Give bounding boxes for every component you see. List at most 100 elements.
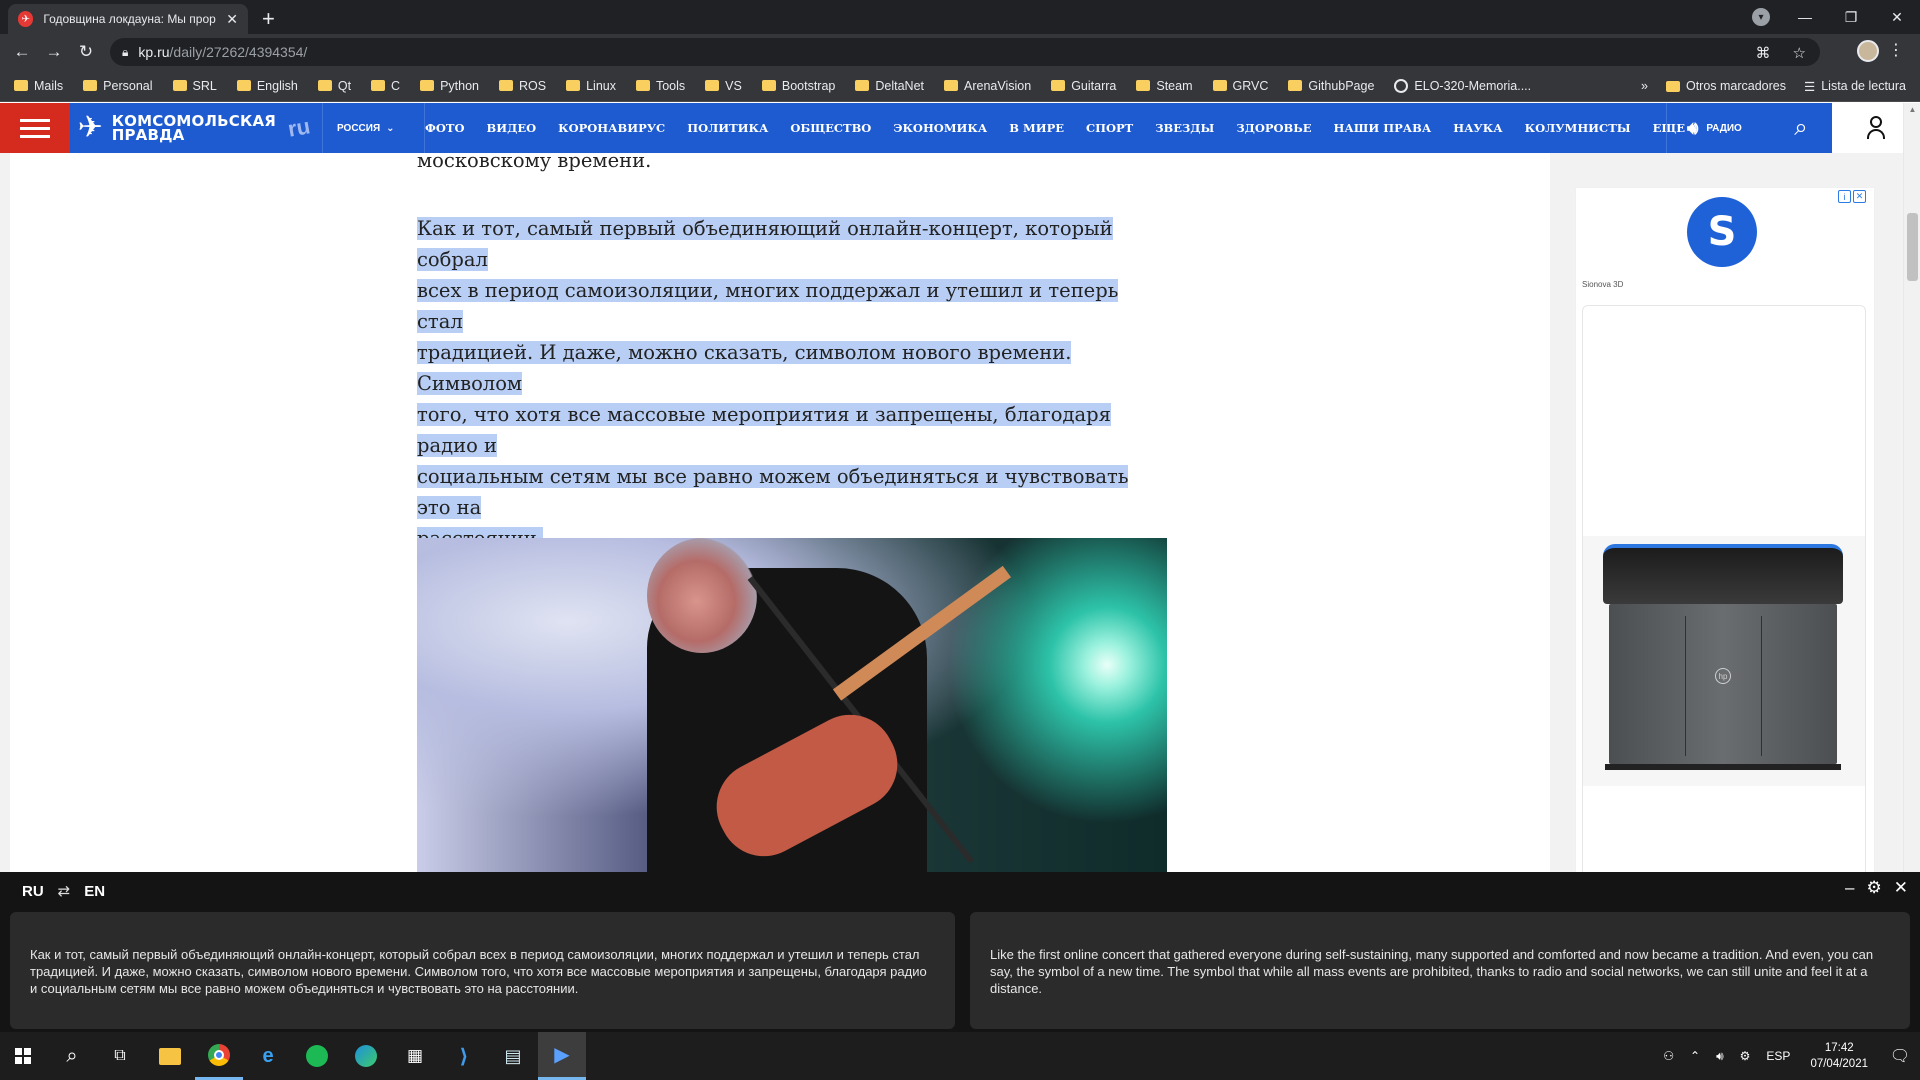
nav-video[interactable]: Видео [487, 121, 537, 135]
hamburger-menu-icon[interactable] [0, 103, 70, 153]
translate-icon[interactable]: ⌘ [1756, 44, 1771, 62]
nav-society[interactable]: Общество [790, 121, 871, 135]
site-search-icon[interactable]: ⌕ [1786, 113, 1816, 143]
hp-logo-icon: hp [1715, 668, 1731, 684]
search-icon[interactable]: ⌕ [48, 1032, 96, 1080]
bookmark-elo-320[interactable]: ELO-320-Memoria.... [1394, 78, 1531, 93]
tray-overflow-icon[interactable]: ⌃ [1690, 1049, 1700, 1063]
internet-explorer-icon[interactable]: e [244, 1032, 292, 1080]
bookmark-guitarra[interactable]: Guitarra [1051, 79, 1116, 93]
translator-app-icon[interactable]: ▶ [538, 1032, 586, 1080]
bookmark-bootstrap[interactable]: Bootstrap [761, 79, 835, 93]
bookmark-personal[interactable]: Personal [83, 79, 153, 93]
nav-columnists[interactable]: Колумнисты [1525, 121, 1631, 135]
radio-button[interactable]: 🔊︎ Радио [1666, 103, 1742, 153]
bookmark-steam[interactable]: Steam [1136, 79, 1193, 93]
scroll-up-icon[interactable]: ▲ [1904, 105, 1920, 119]
nav-stars[interactable]: Звезды [1155, 121, 1214, 135]
bookmark-star-icon[interactable]: ☆ [1793, 44, 1806, 62]
sidebar-ad[interactable]: i ✕ S Sionova 3D hp [1575, 187, 1875, 872]
reload-icon[interactable]: ↻ [74, 40, 98, 64]
target-language[interactable]: EN [84, 883, 105, 900]
ad-close-icon[interactable]: ✕ [1853, 190, 1866, 203]
bookmark-english[interactable]: English [236, 79, 298, 93]
translated-text-box[interactable]: Like the first online concert that gathe… [970, 912, 1910, 1029]
ad-card[interactable]: hp [1582, 305, 1866, 872]
calculator-icon[interactable]: ▦ [391, 1032, 439, 1080]
minimize-icon[interactable]: — [1782, 0, 1828, 34]
lock-icon[interactable]: 🔒︎ [122, 45, 128, 60]
tab-close-icon[interactable]: ✕ [226, 11, 238, 28]
nav-photo[interactable]: Фото [425, 121, 465, 135]
page-scrollbar[interactable]: ▲ [1903, 103, 1920, 872]
ad-choices[interactable]: i ✕ [1838, 190, 1866, 203]
nav-science[interactable]: Наука [1453, 121, 1502, 135]
reading-list[interactable]: ☰ Lista de lectura [1804, 79, 1906, 94]
bookmark-python[interactable]: Python [420, 79, 479, 93]
folder-icon [1136, 80, 1151, 91]
chrome-icon[interactable] [195, 1032, 243, 1080]
restore-icon[interactable]: ❐ [1828, 0, 1874, 34]
volume-icon[interactable]: 🔊︎ [1716, 1049, 1724, 1064]
tab-search-icon[interactable]: ▾ [1752, 8, 1770, 26]
bookmark-grvc[interactable]: GRVC [1212, 79, 1268, 93]
vscode-icon[interactable]: ⟩ [440, 1032, 488, 1080]
close-window-icon[interactable]: ✕ [1874, 0, 1920, 34]
start-button[interactable] [0, 1032, 46, 1080]
nav-economy[interactable]: Экономика [893, 121, 987, 135]
region-selector[interactable]: Россия ⌄ [322, 103, 395, 153]
nav-sport[interactable]: Спорт [1086, 121, 1133, 135]
back-icon[interactable]: ← [10, 40, 34, 64]
bookmark-tools[interactable]: Tools [635, 79, 685, 93]
bookmark-ros[interactable]: ROS [499, 79, 546, 93]
clock[interactable]: 17:42 07/04/2021 [1810, 1040, 1868, 1072]
bookmark-githubpage[interactable]: GithubPage [1288, 79, 1374, 93]
other-bookmarks[interactable]: Otros marcadores [1665, 79, 1786, 93]
nav-rights[interactable]: Наши права [1334, 121, 1432, 135]
source-language[interactable]: RU [22, 883, 44, 900]
bookmark-c[interactable]: C [371, 79, 400, 93]
bookmark-vs[interactable]: VS [705, 79, 742, 93]
terminal-app-icon[interactable]: ▤ [489, 1032, 537, 1080]
user-icon [1867, 116, 1885, 140]
bookmarks-overflow[interactable]: » [1641, 79, 1648, 93]
site-logo[interactable]: ✈ Комсомольская правда ru [75, 107, 312, 149]
steam-tray-icon[interactable]: ⚙ [1740, 1049, 1751, 1063]
new-tab-icon[interactable]: + [262, 6, 275, 32]
bookmark-qt[interactable]: Qt [317, 79, 351, 93]
profile-avatar[interactable] [1857, 40, 1879, 62]
browser-tab[interactable]: ✈ Годовщина локдауна: Мы прор ✕ [8, 4, 248, 34]
source-text-box[interactable]: Как и тот, самый первый объединяющий онл… [10, 912, 955, 1029]
close-icon[interactable]: ✕ [1894, 878, 1908, 898]
people-icon[interactable]: ⚇ [1663, 1049, 1674, 1063]
nav-world[interactable]: В мире [1009, 121, 1064, 135]
task-view-icon[interactable]: ⧉ [96, 1032, 144, 1080]
spotify-icon[interactable] [293, 1032, 341, 1080]
nav-coronavirus[interactable]: Коронавирус [558, 121, 665, 135]
input-language[interactable]: ESP [1766, 1049, 1790, 1063]
bookmark-srl[interactable]: SRL [172, 79, 217, 93]
logo-ru: ru [285, 113, 312, 142]
speaker-icon: 🔊︎ [1687, 117, 1699, 138]
forward-icon[interactable]: → [42, 40, 66, 64]
edge-icon[interactable] [342, 1032, 390, 1080]
bookmark-mails[interactable]: Mails [14, 79, 63, 93]
bookmark-linux[interactable]: Linux [566, 79, 616, 93]
nav-health[interactable]: Здоровье [1236, 121, 1311, 135]
ad-info-icon[interactable]: i [1838, 190, 1851, 203]
minimize-icon[interactable]: – [1845, 878, 1854, 898]
bookmark-arenavision[interactable]: ArenaVision [944, 79, 1031, 93]
article-column: московскому времени. Как и тот, самый пе… [10, 149, 1875, 872]
windows-logo-icon [15, 1048, 31, 1064]
browser-tabstrip: ✈ Годовщина локдауна: Мы прор ✕ + ▾ — ❐ … [0, 0, 1920, 34]
browser-menu-icon[interactable]: ⋮ [1888, 40, 1904, 60]
file-explorer-icon[interactable] [146, 1032, 194, 1080]
gear-icon[interactable]: ⚙ [1867, 878, 1882, 898]
notification-center-icon[interactable]: 🗨︎ [1880, 1032, 1920, 1080]
swap-languages-icon[interactable]: ⇄ [58, 882, 71, 900]
nav-politics[interactable]: Политика [687, 121, 768, 135]
article-photo-guitarist [417, 538, 1167, 872]
scrollbar-thumb[interactable] [1907, 213, 1918, 281]
bookmark-deltanet[interactable]: DeltaNet [855, 79, 924, 93]
address-bar[interactable]: 🔒︎ kp.ru/daily/27262/4394354/ ⌘ ☆ [110, 38, 1820, 66]
